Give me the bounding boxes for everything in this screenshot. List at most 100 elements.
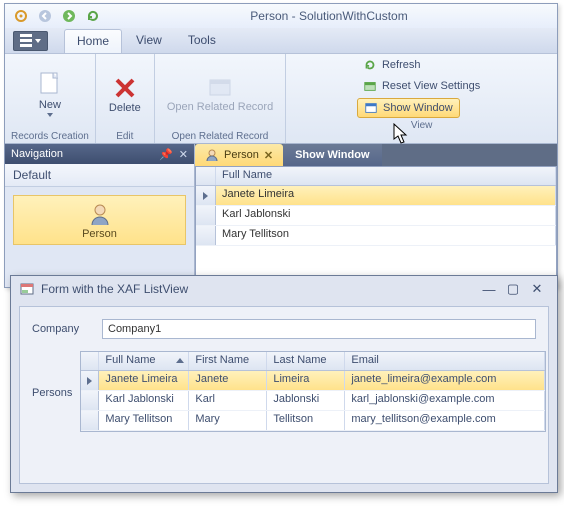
ribbon-group-view: Refresh Reset View Settings Show Window …: [286, 54, 557, 143]
row-selector[interactable]: [81, 371, 99, 390]
cell-lastname: Limeira: [267, 371, 345, 390]
pin-icon[interactable]: 📌: [159, 148, 173, 161]
delete-button[interactable]: Delete: [102, 70, 148, 116]
popup-titlebar: Form with the XAF ListView — ▢ ✕: [11, 276, 557, 302]
doc-tab-show-window[interactable]: Show Window: [283, 144, 381, 166]
ribbon-group-label: View: [411, 118, 433, 132]
list-icon: [20, 34, 32, 48]
titlebar: Person - SolutionWithCustom: [5, 4, 557, 28]
col-firstname[interactable]: First Name: [189, 352, 267, 370]
ribbon-tabs: Home View Tools: [64, 29, 228, 53]
popup-title: Form with the XAF ListView: [41, 282, 188, 296]
grid-row[interactable]: Janete Limeira: [196, 186, 556, 206]
main-window: Person - SolutionWithCustom Home View To…: [4, 3, 558, 288]
navigation-panel: Navigation 📌 ✕ Default Person: [5, 144, 195, 287]
grid-row[interactable]: Karl Jablonski: [196, 206, 556, 226]
ribbon-group-label: Records Creation: [11, 129, 89, 143]
gear-icon[interactable]: [11, 6, 31, 26]
company-label: Company: [32, 323, 94, 335]
cell-fullname: Janete Limeira: [99, 371, 189, 390]
reset-view-settings[interactable]: Reset View Settings: [357, 77, 486, 95]
row-selector-header: [81, 352, 99, 370]
content-area: Navigation 📌 ✕ Default Person Person ✕: [5, 144, 557, 287]
persons-label: Persons: [32, 387, 72, 399]
persons-row-item[interactable]: Karl Jablonski Karl Jablonski karl_jablo…: [81, 391, 545, 411]
cell-fullname: Mary Tellitson: [216, 226, 556, 245]
company-row: Company: [32, 319, 536, 339]
navigation-title: Navigation: [11, 148, 63, 160]
ribbon-group-open-related: Open Related Record Open Related Record: [155, 54, 286, 143]
persons-row: Persons Full Name First Name Last Name E…: [32, 351, 536, 432]
new-label: New: [39, 99, 61, 111]
col-lastname[interactable]: Last Name: [267, 352, 345, 370]
viewmode-strip: Home View Tools: [5, 28, 557, 54]
cell-lastname: Tellitson: [267, 411, 345, 430]
doc-tab-label: Person: [224, 149, 259, 161]
persons-row-item[interactable]: Mary Tellitson Mary Tellitson mary_telli…: [81, 411, 545, 431]
company-input[interactable]: [102, 319, 536, 339]
popup-window: Form with the XAF ListView — ▢ ✕ Company…: [10, 275, 558, 493]
close-button[interactable]: ✕: [525, 281, 549, 297]
close-icon[interactable]: ✕: [179, 148, 188, 161]
cell-firstname: Janete: [189, 371, 267, 390]
cell-fullname: Mary Tellitson: [99, 411, 189, 430]
grid-row[interactable]: Mary Tellitson: [196, 226, 556, 246]
nav-group-default[interactable]: Default: [5, 164, 194, 187]
persons-header: Full Name First Name Last Name Email: [81, 352, 545, 371]
chevron-down-icon: [47, 113, 53, 117]
ribbon-group-label: Open Related Record: [172, 129, 269, 143]
row-selector[interactable]: [81, 411, 99, 430]
show-window-action[interactable]: Show Window: [357, 98, 460, 118]
refresh-icon: [363, 58, 377, 72]
refresh-button[interactable]: [83, 6, 103, 26]
cell-email: karl_jablonski@example.com: [345, 391, 545, 410]
tab-home[interactable]: Home: [64, 29, 122, 53]
minimize-button[interactable]: —: [477, 282, 501, 297]
popup-body: Company Persons Full Name First Name Las…: [19, 306, 549, 484]
chevron-down-icon: [35, 39, 41, 43]
ribbon-group-edit: Delete Edit: [96, 54, 155, 143]
person-icon: [87, 202, 113, 226]
tab-tools[interactable]: Tools: [176, 29, 228, 53]
tab-view[interactable]: View: [124, 29, 174, 53]
person-icon: [205, 148, 219, 162]
row-selector[interactable]: [196, 186, 216, 205]
forward-button[interactable]: [59, 6, 79, 26]
show-window-label: Show Window: [383, 102, 453, 114]
row-selector[interactable]: [81, 391, 99, 410]
cell-fullname: Karl Jablonski: [99, 391, 189, 410]
row-indicator-icon: [203, 192, 208, 200]
nav-item-label: Person: [82, 228, 117, 240]
open-related-label: Open Related Record: [167, 102, 273, 113]
ribbon: New Records Creation Delete Edit Open Re…: [5, 54, 557, 144]
cell-firstname: Mary: [189, 411, 267, 430]
col-fullname[interactable]: Full Name: [216, 167, 556, 185]
list-grid: Full Name Janete Limeira Karl Jablonski …: [195, 166, 557, 287]
row-selector[interactable]: [196, 206, 216, 225]
persons-grid: Full Name First Name Last Name Email Jan…: [80, 351, 546, 432]
col-email[interactable]: Email: [345, 352, 545, 370]
document-area: Person ✕ Show Window Full Name Janete Li…: [195, 144, 557, 287]
refresh-action[interactable]: Refresh: [357, 56, 427, 74]
persons-row-item[interactable]: Janete Limeira Janete Limeira janete_lim…: [81, 371, 545, 391]
close-icon[interactable]: ✕: [264, 149, 273, 162]
nav-item-person[interactable]: Person: [13, 195, 186, 245]
cell-firstname: Karl: [189, 391, 267, 410]
doc-tab-person[interactable]: Person ✕: [195, 144, 283, 166]
maximize-button[interactable]: ▢: [501, 281, 525, 297]
viewmode-button[interactable]: [13, 31, 48, 51]
new-button[interactable]: New: [27, 67, 73, 119]
navigation-header: Navigation 📌 ✕: [5, 144, 194, 164]
form-icon: [19, 281, 35, 297]
row-selector[interactable]: [196, 226, 216, 245]
ribbon-group-records-creation: New Records Creation: [5, 54, 96, 143]
row-selector-header: [196, 167, 216, 185]
cell-email: janete_limeira@example.com: [345, 371, 545, 390]
back-button[interactable]: [35, 6, 55, 26]
open-related-button: Open Related Record: [161, 70, 279, 115]
col-fullname[interactable]: Full Name: [99, 352, 189, 370]
reset-icon: [363, 79, 377, 93]
grid-header: Full Name: [196, 167, 556, 186]
window-icon: [364, 101, 378, 115]
row-indicator-icon: [87, 377, 92, 385]
